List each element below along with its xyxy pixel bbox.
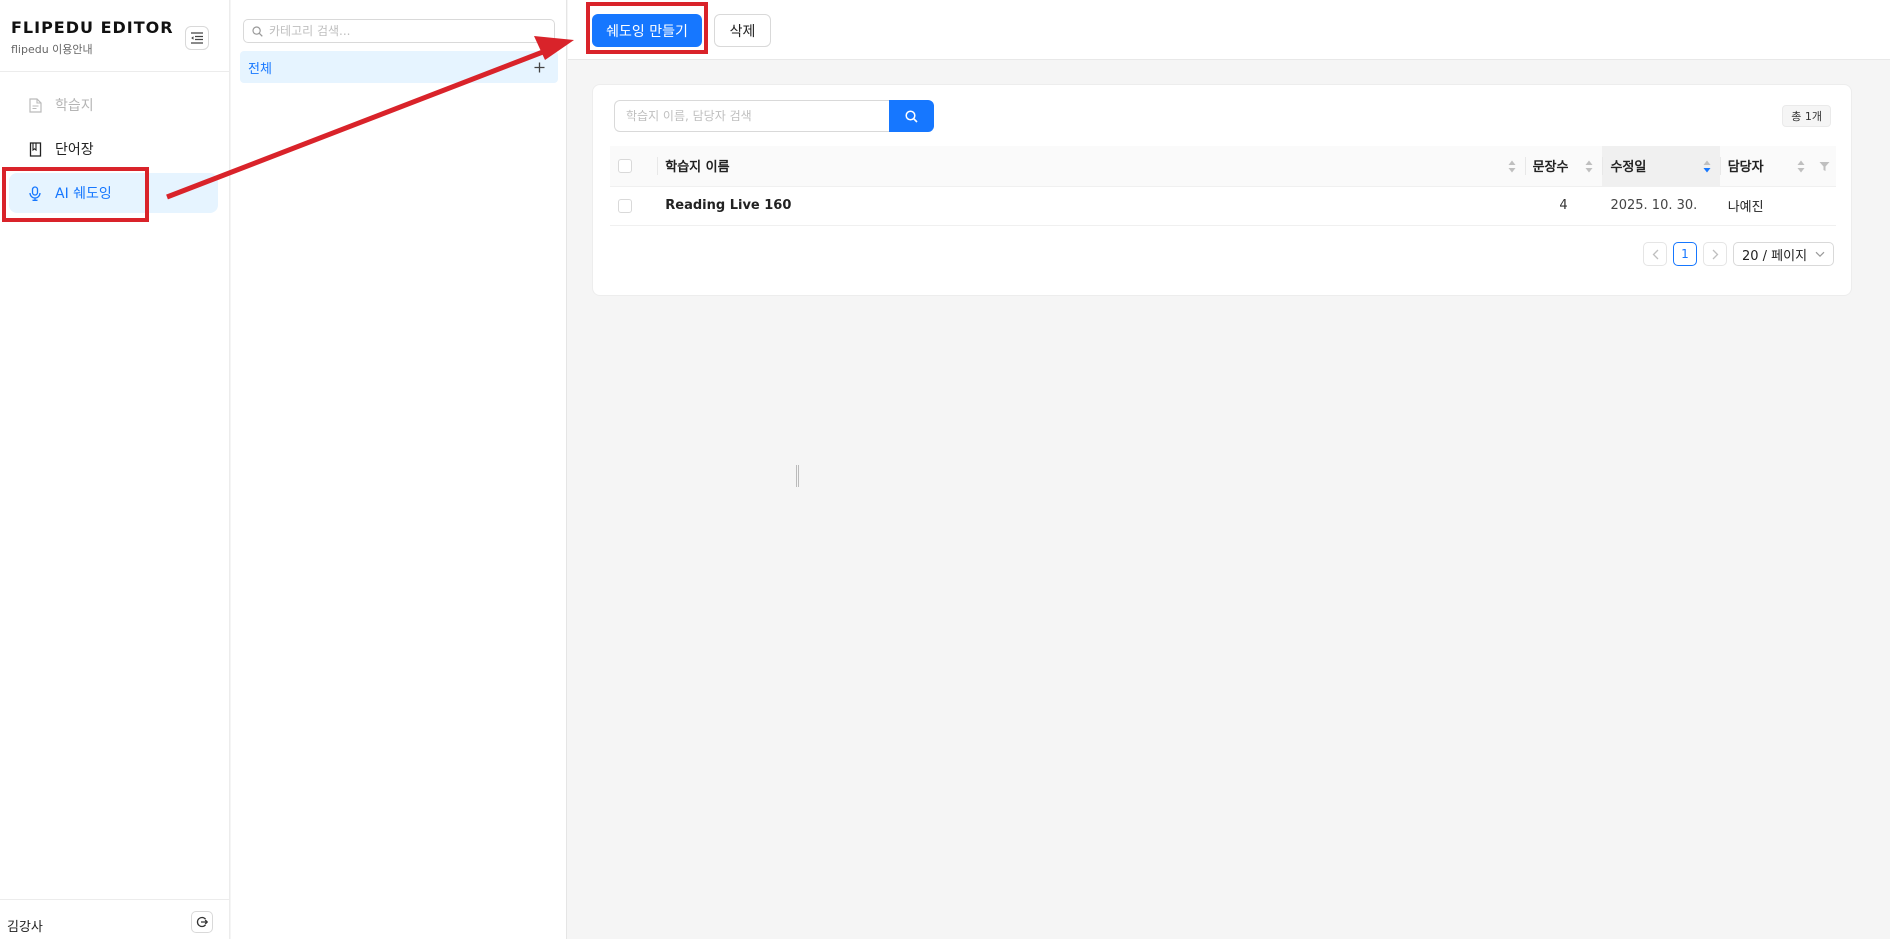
panel-resize-handle[interactable]	[796, 465, 799, 487]
sort-descending-icon	[1702, 159, 1712, 173]
list-search-input[interactable]	[614, 100, 889, 132]
delete-button[interactable]: 삭제	[714, 14, 771, 47]
search-icon	[252, 25, 263, 37]
select-all-cell	[610, 146, 658, 187]
category-search[interactable]	[243, 19, 555, 43]
sort-icon	[1507, 159, 1517, 173]
annotation-highlight-sidebar	[2, 167, 149, 222]
row-select-cell	[610, 186, 658, 226]
column-header-sentences[interactable]: 문장수	[1524, 146, 1603, 187]
previous-page-button[interactable]	[1643, 242, 1667, 266]
document-icon	[27, 97, 43, 113]
sidebar-footer: 김강사	[0, 899, 230, 939]
column-separator	[657, 157, 659, 175]
search-icon	[905, 109, 918, 123]
modified-date-cell: 2025. 10. 30.	[1602, 186, 1720, 226]
app-title: FLIPEDU EDITOR	[11, 18, 174, 37]
page-size-value: 20 / 페이지	[1742, 248, 1808, 264]
list-card: 총 1개 학습지 이름 문장수	[592, 84, 1852, 296]
owner-cell: 나예진	[1719, 186, 1836, 226]
list-search	[614, 100, 934, 132]
category-item-label: 전체	[248, 61, 272, 77]
column-label: 학습지 이름	[665, 160, 730, 176]
row-checkbox[interactable]	[618, 198, 632, 213]
column-label: 수정일	[1610, 160, 1647, 176]
column-label: 담당자	[1727, 160, 1764, 176]
logout-icon	[196, 916, 208, 928]
column-label: 문장수	[1532, 160, 1569, 176]
chevron-right-icon	[1712, 249, 1718, 259]
worksheet-name-cell[interactable]: Reading Live 160	[657, 186, 1525, 226]
category-panel: 전체	[231, 0, 799, 939]
column-separator	[1524, 157, 1526, 175]
sort-icon	[1796, 159, 1806, 173]
sidebar-item-label: 학습지	[55, 98, 94, 114]
column-separator	[1602, 157, 1604, 175]
category-search-input[interactable]	[269, 24, 549, 38]
annotation-highlight-button	[586, 2, 708, 54]
next-page-button[interactable]	[1703, 242, 1727, 266]
total-count-badge: 총 1개	[1782, 105, 1831, 127]
table-row[interactable]: Reading Live 160 4 2025. 10. 30. 나예진	[610, 186, 1836, 226]
user-name: 김강사	[7, 920, 43, 935]
page-size-select[interactable]: 20 / 페이지	[1733, 242, 1834, 266]
list-search-button[interactable]	[889, 100, 934, 132]
worksheet-table: 학습지 이름 문장수 수정일 담당자 Reading Live 160 4 20…	[610, 146, 1836, 226]
add-category-button[interactable]	[530, 58, 548, 76]
collapse-sidebar-button[interactable]	[185, 26, 209, 50]
pagination: 1 20 / 페이지	[1643, 242, 1834, 266]
column-header-modified[interactable]: 수정일	[1602, 146, 1720, 187]
menu-fold-icon	[191, 32, 203, 44]
book-icon	[27, 141, 43, 157]
sentence-count-cell: 4	[1524, 186, 1603, 226]
column-separator	[1719, 157, 1721, 175]
category-item-all[interactable]: 전체	[240, 51, 558, 83]
sort-icon	[1584, 159, 1594, 173]
sidebar-item-worksheet[interactable]: 학습지	[9, 85, 218, 125]
sidebar-item-label: 단어장	[55, 142, 94, 158]
table-header-row: 학습지 이름 문장수 수정일 담당자	[610, 146, 1836, 187]
filter-icon[interactable]	[1818, 160, 1830, 172]
plus-icon	[534, 62, 544, 72]
column-header-name[interactable]: 학습지 이름	[657, 146, 1525, 187]
sidebar-item-vocabulary[interactable]: 단어장	[9, 129, 218, 169]
column-header-owner[interactable]: 담당자	[1719, 146, 1836, 187]
logout-button[interactable]	[191, 911, 213, 933]
brand: FLIPEDU EDITOR flipedu 이용안내	[11, 18, 174, 57]
chevron-left-icon	[1652, 249, 1658, 259]
chevron-down-icon	[1815, 251, 1825, 257]
divider	[0, 71, 230, 72]
app-subtitle-link[interactable]: flipedu 이용안내	[11, 41, 174, 57]
toolbar: 쉐도잉 만들기 삭제	[568, 0, 1890, 60]
page-1-button[interactable]: 1	[1673, 242, 1697, 266]
select-all-checkbox[interactable]	[618, 158, 632, 173]
sidebar: FLIPEDU EDITOR flipedu 이용안내 학습지 단어장 AI 쉐…	[0, 0, 230, 939]
